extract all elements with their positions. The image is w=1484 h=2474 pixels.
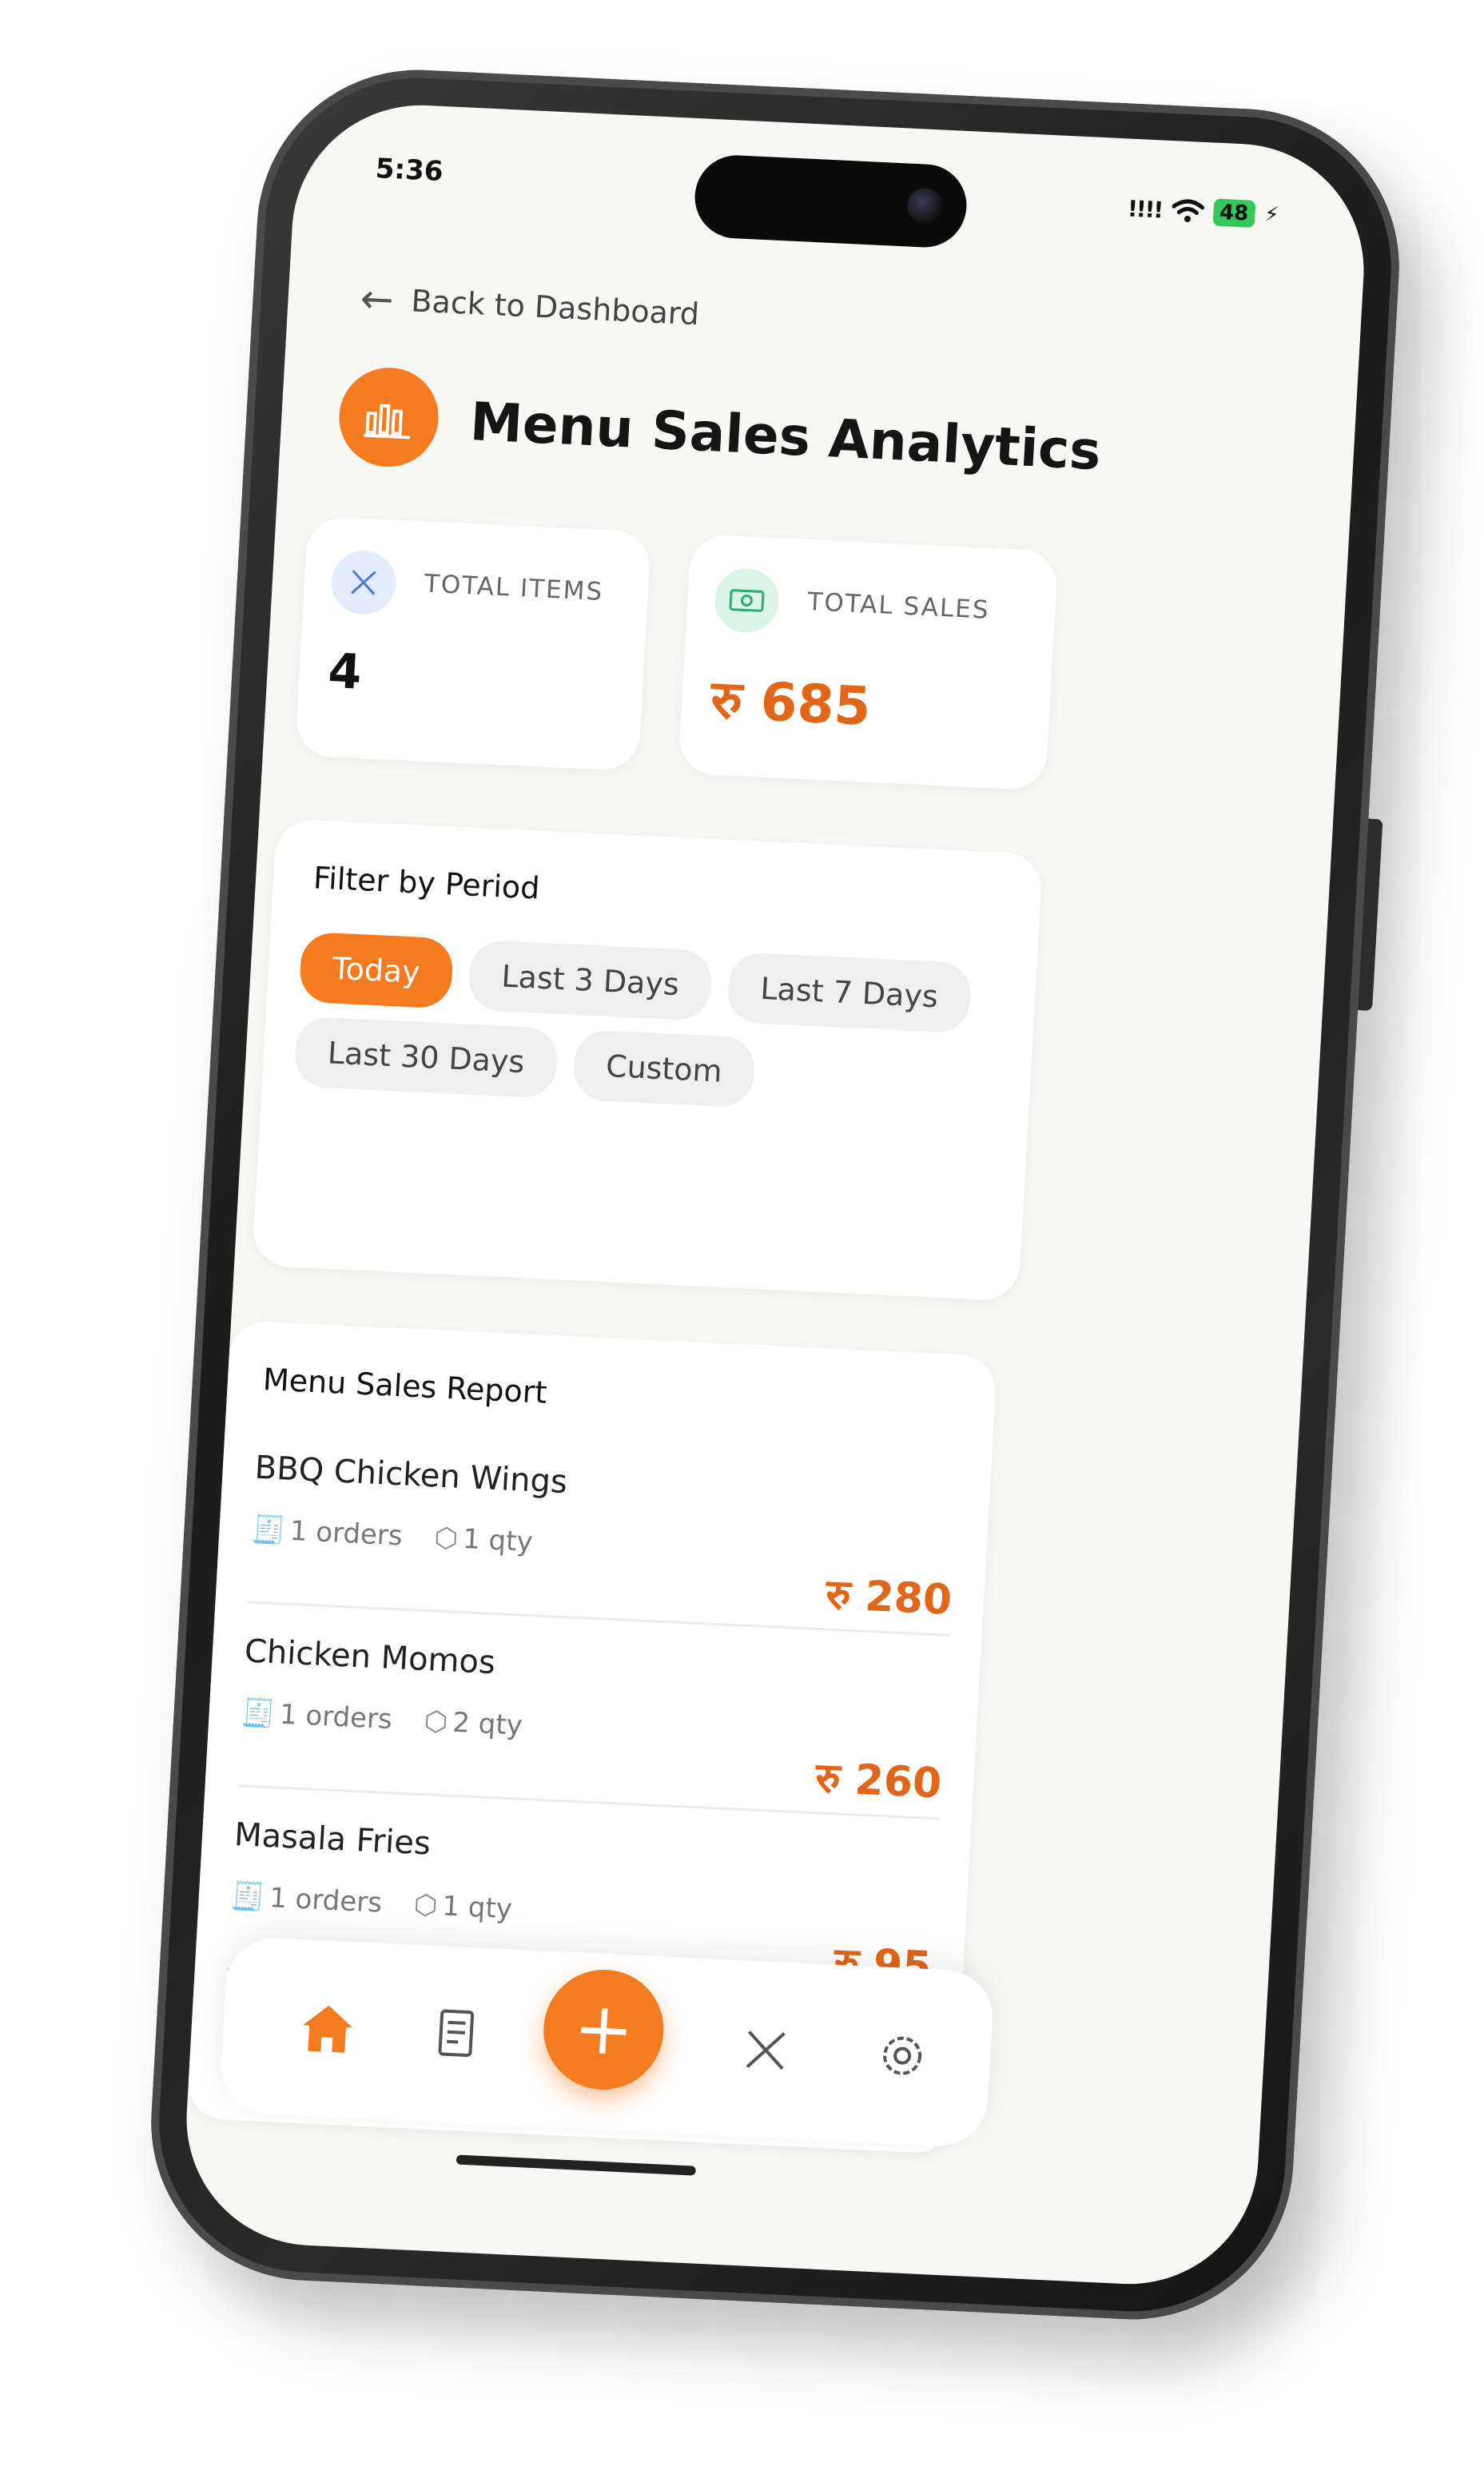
box-icon: ⬡ (433, 1521, 460, 1555)
orders-icon[interactable] (422, 2001, 489, 2068)
item-amount: रु 280 (824, 1570, 953, 1625)
dynamic-island (692, 153, 969, 249)
screen: 5:36 !!!! 48 ⚡ ← Back to Dashboard Menu … (179, 99, 1371, 2290)
phone-device: 5:36 !!!! 48 ⚡ ← Back to Dashboard Menu … (142, 62, 1408, 2327)
arrow-left-icon: ← (359, 275, 396, 324)
bar-chart-icon (336, 365, 441, 470)
chip-custom[interactable]: Custom (571, 1029, 757, 1108)
menu-utensils-icon[interactable] (733, 2016, 800, 2083)
period-chips: Today Last 3 Days Last 7 Days Last 30 Da… (293, 931, 1021, 1120)
item-meta: 🧾 1 orders ⬡ 2 qty (241, 1696, 523, 1742)
item-orders: 1 orders (288, 1514, 404, 1553)
signal-icon: !!!! (1127, 194, 1164, 223)
add-button[interactable]: + (540, 1967, 667, 2093)
stage: 5:36 !!!! 48 ⚡ ← Back to Dashboard Menu … (0, 0, 1484, 2474)
page-title: Menu Sales Analytics (468, 390, 1103, 482)
item-orders: 1 orders (269, 1882, 384, 1919)
total-sales-label: TOTAL SALES (806, 587, 991, 625)
box-icon: ⬡ (423, 1705, 449, 1739)
camera-icon (906, 187, 944, 225)
box-icon: ⬡ (412, 1888, 439, 1923)
total-items-label: TOTAL ITEMS (423, 569, 605, 607)
item-qty: 1 qty (441, 1890, 514, 1926)
list-item[interactable]: BBQ Chicken Wings 🧾 1 orders ⬡ 1 qty रु 28… (247, 1425, 960, 1637)
status-icons: !!!! 48 ⚡ (1127, 194, 1279, 229)
receipt-icon: 🧾 (229, 1879, 266, 1914)
item-name: Masala Fries (233, 1816, 432, 1863)
item-qty: 1 qty (462, 1523, 534, 1559)
bottom-nav: + (218, 1935, 996, 2148)
item-name: Chicken Momos (243, 1633, 497, 1682)
utensils-icon (329, 549, 398, 616)
report-title: Menu Sales Report (261, 1362, 548, 1410)
total-items-card: TOTAL ITEMS 4 (294, 515, 652, 772)
item-name: BBQ Chicken Wings (253, 1449, 569, 1502)
total-sales-value: रु 685 (709, 668, 873, 738)
chip-last-7-days[interactable]: Last 7 Days (726, 952, 973, 1034)
list-item[interactable]: Chicken Momos 🧾 1 orders ⬡ 2 qty रु 260 (237, 1609, 950, 1820)
total-sales-card: TOTAL SALES रु 685 (678, 534, 1059, 791)
receipt-icon: 🧾 (240, 1696, 277, 1731)
chip-last-3-days[interactable]: Last 3 Days (467, 939, 714, 1021)
battery-icon: 48 (1212, 198, 1256, 228)
charging-icon: ⚡ (1263, 202, 1280, 228)
total-items-value: 4 (326, 643, 364, 701)
item-amount: रु 260 (814, 1754, 943, 1808)
item-meta: 🧾 1 orders ⬡ 1 qty (250, 1513, 533, 1559)
back-to-dashboard-link[interactable]: ← Back to Dashboard (359, 275, 701, 334)
home-icon[interactable] (294, 1995, 361, 2062)
settings-gear-icon[interactable] (869, 2023, 936, 2090)
home-indicator (456, 2154, 696, 2176)
item-qty: 2 qty (452, 1706, 523, 1742)
item-orders: 1 orders (278, 1698, 393, 1736)
chip-last-30-days[interactable]: Last 30 Days (293, 1016, 559, 1099)
item-meta: 🧾 1 orders ⬡ 1 qty (230, 1880, 513, 1926)
receipt-icon: 🧾 (250, 1513, 287, 1547)
filter-title: Filter by Period (312, 860, 541, 906)
wifi-icon (1171, 199, 1204, 222)
back-label: Back to Dashboard (410, 283, 701, 332)
page-header: Menu Sales Analytics (336, 365, 1104, 500)
chip-today[interactable]: Today (298, 931, 455, 1009)
status-time: 5:36 (374, 153, 444, 189)
cash-icon (713, 567, 781, 634)
filter-card: Filter by Period Today Last 3 Days Last … (252, 818, 1044, 1302)
